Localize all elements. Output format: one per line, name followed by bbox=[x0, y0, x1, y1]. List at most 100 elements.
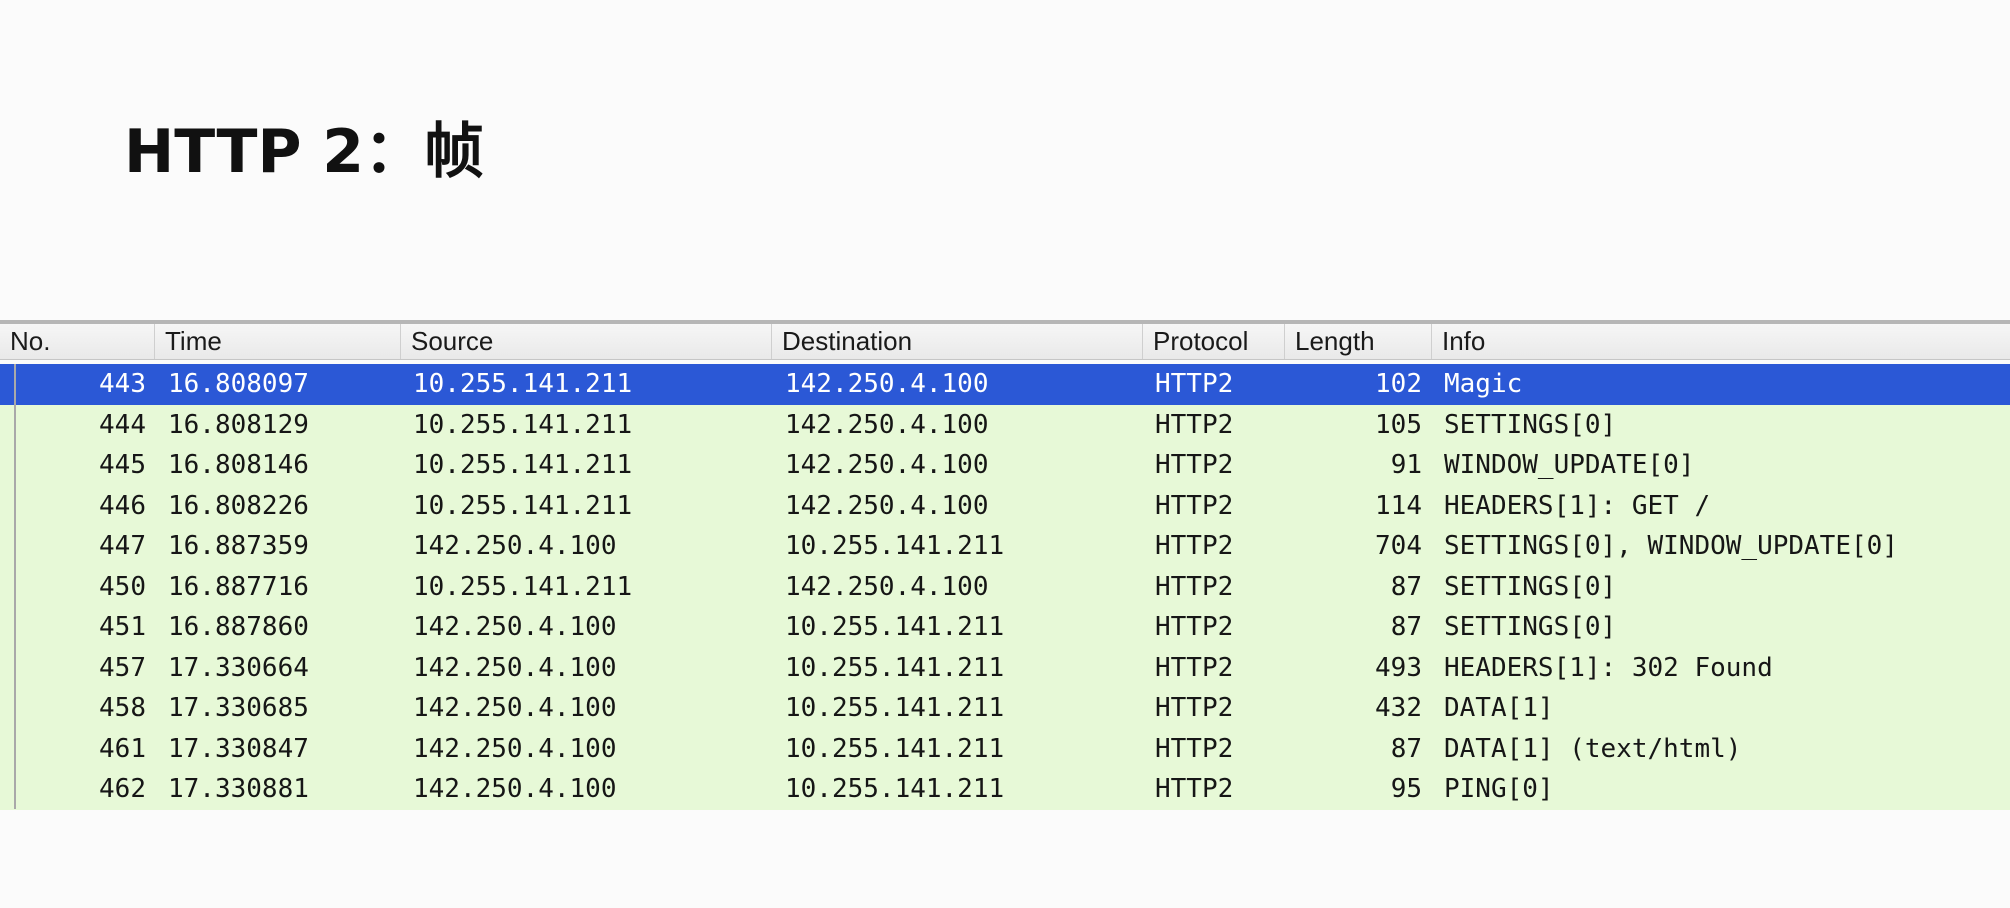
packet-info: SETTINGS[0] bbox=[1444, 571, 1617, 602]
packet-time: 16.808097 bbox=[168, 369, 309, 399]
packet-time: 16.887359 bbox=[168, 531, 309, 561]
packet-destination: 142.250.4.100 bbox=[785, 369, 989, 399]
packet-source: 142.250.4.100 bbox=[413, 733, 617, 764]
packet-info: SETTINGS[0] bbox=[1444, 612, 1617, 642]
packet-rows: 443 16.808097 10.255.141.211 142.250.4.100 H… bbox=[0, 364, 2010, 810]
packet-row[interactable]: 447 16.887359 142.250.4.100 10.255.141.211 H… bbox=[0, 526, 2010, 567]
packet-protocol: HTTP2 bbox=[1155, 450, 1234, 480]
packet-protocol: HTTP2 bbox=[1155, 733, 1234, 764]
packet-length: 493 bbox=[1375, 652, 1422, 683]
packet-length: 704 bbox=[1375, 531, 1422, 561]
packet-row[interactable]: 446 16.808226 10.255.141.211 142.250.4.100 H… bbox=[0, 485, 2010, 526]
packet-length: 95 bbox=[1390, 774, 1422, 804]
packet-protocol: HTTP2 bbox=[1155, 652, 1234, 683]
packet-destination: 10.255.141.211 bbox=[785, 693, 1005, 723]
packet-no: 462 bbox=[99, 774, 146, 804]
column-header-destination[interactable]: Destination bbox=[772, 324, 1143, 359]
packet-length: 87 bbox=[1390, 733, 1422, 764]
packet-source: 10.255.141.211 bbox=[413, 409, 633, 440]
column-header-protocol[interactable]: Protocol bbox=[1143, 324, 1285, 359]
packet-source: 10.255.141.211 bbox=[413, 490, 633, 521]
packet-source: 10.255.141.211 bbox=[413, 571, 633, 602]
packet-destination: 10.255.141.211 bbox=[785, 774, 1005, 804]
packet-destination: 142.250.4.100 bbox=[785, 409, 989, 440]
slide-title: HTTP 2：帧 bbox=[124, 117, 485, 187]
packet-time: 17.330881 bbox=[168, 774, 309, 804]
packet-info: Magic bbox=[1444, 369, 1523, 399]
packet-protocol: HTTP2 bbox=[1155, 369, 1234, 399]
packet-info: PING[0] bbox=[1444, 774, 1554, 804]
packet-row[interactable]: 461 17.330847 142.250.4.100 10.255.141.211 H… bbox=[0, 728, 2010, 769]
packet-info: DATA[1] (text/html) bbox=[1444, 733, 1742, 764]
packet-row[interactable]: 451 16.887860 142.250.4.100 10.255.141.211 H… bbox=[0, 607, 2010, 648]
packet-time: 16.887860 bbox=[168, 612, 309, 642]
slide: HTTP 2：帧 No. Time Source Destination Pro… bbox=[0, 0, 2010, 908]
packet-no: 447 bbox=[99, 531, 146, 561]
packet-destination: 10.255.141.211 bbox=[785, 612, 1005, 642]
packet-protocol: HTTP2 bbox=[1155, 774, 1234, 804]
packet-source: 142.250.4.100 bbox=[413, 531, 617, 561]
packet-info: HEADERS[1]: GET / bbox=[1444, 490, 1711, 521]
packet-list: No. Time Source Destination Protocol Len… bbox=[0, 320, 2010, 813]
packet-time: 16.808226 bbox=[168, 490, 309, 521]
packet-protocol: HTTP2 bbox=[1155, 490, 1234, 521]
packet-length: 87 bbox=[1390, 612, 1422, 642]
packet-source: 142.250.4.100 bbox=[413, 612, 617, 642]
packet-destination: 142.250.4.100 bbox=[785, 571, 989, 602]
packet-destination: 10.255.141.211 bbox=[785, 652, 1005, 683]
packet-no: 450 bbox=[99, 571, 146, 602]
packet-destination: 10.255.141.211 bbox=[785, 733, 1005, 764]
packet-source: 142.250.4.100 bbox=[413, 693, 617, 723]
packet-source: 10.255.141.211 bbox=[413, 450, 633, 480]
packet-time: 16.808146 bbox=[168, 450, 309, 480]
packet-length: 105 bbox=[1375, 409, 1422, 440]
packet-row[interactable]: 443 16.808097 10.255.141.211 142.250.4.100 H… bbox=[0, 364, 2010, 405]
packet-row[interactable]: 445 16.808146 10.255.141.211 142.250.4.100 H… bbox=[0, 445, 2010, 486]
packet-row[interactable]: 457 17.330664 142.250.4.100 10.255.141.211 H… bbox=[0, 647, 2010, 688]
packet-info: WINDOW_UPDATE[0] bbox=[1444, 450, 1695, 480]
packet-time: 17.330685 bbox=[168, 693, 309, 723]
packet-destination: 10.255.141.211 bbox=[785, 531, 1005, 561]
packet-row[interactable]: 444 16.808129 10.255.141.211 142.250.4.100 H… bbox=[0, 404, 2010, 445]
packet-time: 16.887716 bbox=[168, 571, 309, 602]
packet-info: DATA[1] bbox=[1444, 693, 1554, 723]
packet-protocol: HTTP2 bbox=[1155, 693, 1234, 723]
packet-protocol: HTTP2 bbox=[1155, 571, 1234, 602]
packet-info: SETTINGS[0] bbox=[1444, 409, 1617, 440]
column-header-length[interactable]: Length bbox=[1285, 324, 1432, 359]
packet-protocol: HTTP2 bbox=[1155, 409, 1234, 440]
packet-length: 102 bbox=[1375, 369, 1422, 399]
packet-source: 142.250.4.100 bbox=[413, 652, 617, 683]
packet-info: HEADERS[1]: 302 Found bbox=[1444, 652, 1773, 683]
packet-length: 91 bbox=[1390, 450, 1422, 480]
packet-row[interactable]: 458 17.330685 142.250.4.100 10.255.141.211 H… bbox=[0, 688, 2010, 729]
packet-list-header: No. Time Source Destination Protocol Len… bbox=[0, 324, 2010, 360]
packet-protocol: HTTP2 bbox=[1155, 531, 1234, 561]
packet-source: 142.250.4.100 bbox=[413, 774, 617, 804]
packet-length: 87 bbox=[1390, 571, 1422, 602]
packet-destination: 142.250.4.100 bbox=[785, 490, 989, 521]
packet-source: 10.255.141.211 bbox=[413, 369, 633, 399]
packet-destination: 142.250.4.100 bbox=[785, 450, 989, 480]
packet-length: 114 bbox=[1375, 490, 1422, 521]
column-header-time[interactable]: Time bbox=[155, 324, 401, 359]
related-packets-marker bbox=[14, 364, 16, 809]
column-header-info[interactable]: Info bbox=[1432, 324, 2010, 359]
packet-no: 446 bbox=[99, 490, 146, 521]
packet-no: 443 bbox=[99, 369, 146, 399]
column-header-source[interactable]: Source bbox=[401, 324, 772, 359]
packet-no: 445 bbox=[99, 450, 146, 480]
packet-length: 432 bbox=[1375, 693, 1422, 723]
packet-time: 16.808129 bbox=[168, 409, 309, 440]
packet-no: 451 bbox=[99, 612, 146, 642]
packet-info: SETTINGS[0], WINDOW_UPDATE[0] bbox=[1444, 531, 1898, 561]
packet-no: 457 bbox=[99, 652, 146, 683]
packet-time: 17.330664 bbox=[168, 652, 309, 683]
packet-time: 17.330847 bbox=[168, 733, 309, 764]
column-header-no[interactable]: No. bbox=[0, 324, 155, 359]
packet-row[interactable]: 450 16.887716 10.255.141.211 142.250.4.100 H… bbox=[0, 566, 2010, 607]
packet-protocol: HTTP2 bbox=[1155, 612, 1234, 642]
packet-no: 458 bbox=[99, 693, 146, 723]
packet-no: 461 bbox=[99, 733, 146, 764]
packet-row[interactable]: 462 17.330881 142.250.4.100 10.255.141.211 H… bbox=[0, 769, 2010, 810]
